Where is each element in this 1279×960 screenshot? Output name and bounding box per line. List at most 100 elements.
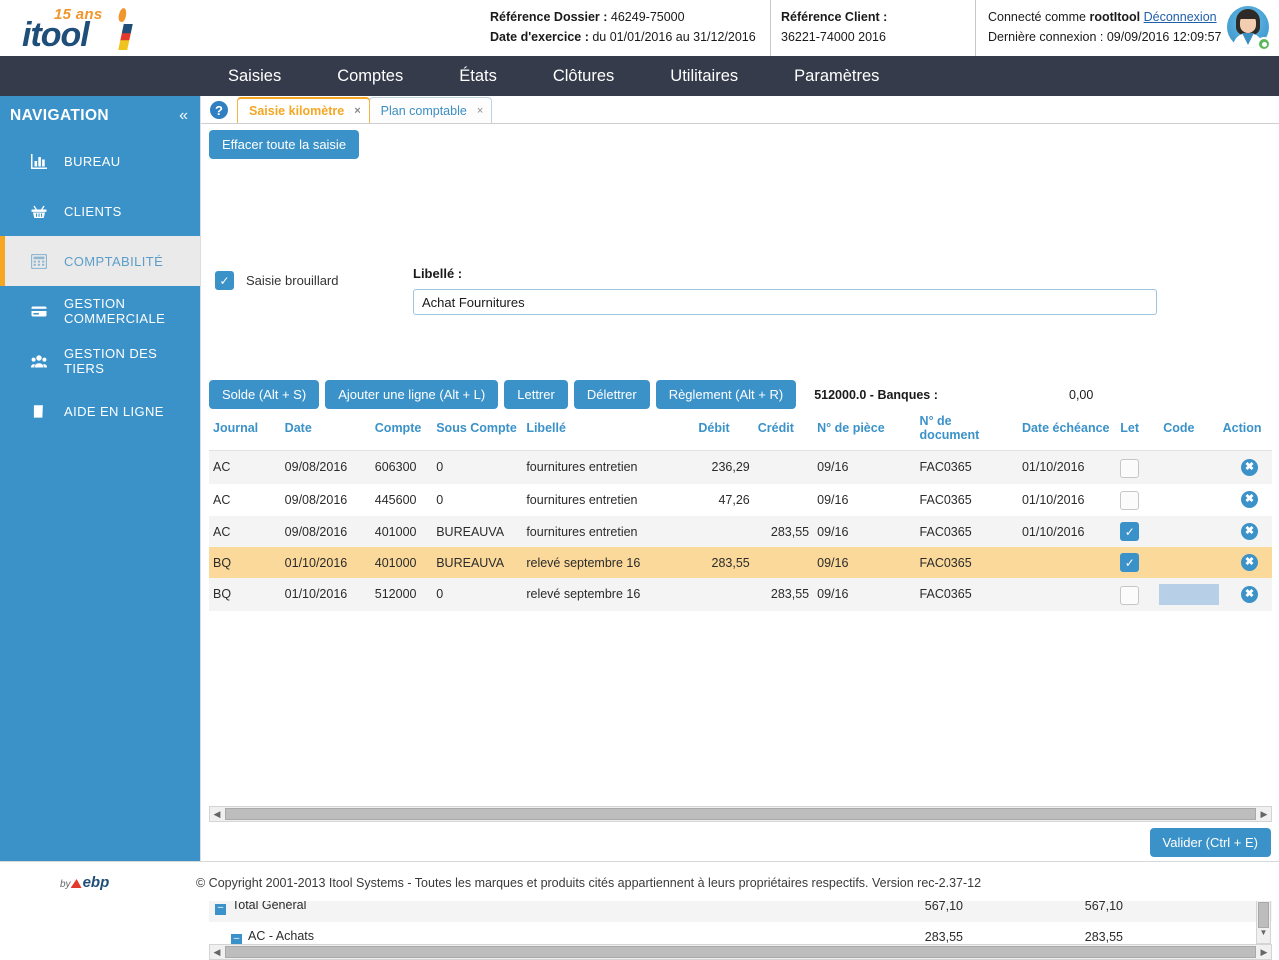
grid-cell-libelle[interactable]: fournitures entretien <box>522 484 694 517</box>
grid-cell-compte[interactable]: 606300 <box>371 451 432 484</box>
grid-cell-piece[interactable]: 09/16 <box>813 484 915 517</box>
grid-cell-libelle[interactable]: fournitures entretien <box>522 451 694 484</box>
grid-cell-code[interactable] <box>1159 484 1218 517</box>
mainnav-item-tats[interactable]: États <box>431 67 525 86</box>
grid-cell-sous_compte[interactable]: 0 <box>432 451 522 484</box>
toolbar-button-soldealts[interactable]: Solde (Alt + S) <box>209 380 319 409</box>
table-row[interactable]: AC09/08/20166063000fournitures entretien… <box>209 451 1272 484</box>
saisie-brouillard-checkbox[interactable] <box>215 271 234 290</box>
grid-cell-document[interactable]: FAC0365 <box>916 516 1018 547</box>
delete-row-icon[interactable]: ✖ <box>1241 586 1258 603</box>
grid-cell-sous_compte[interactable]: 0 <box>432 484 522 517</box>
mainnav-item-saisies[interactable]: Saisies <box>200 67 309 86</box>
grid-cell-journal[interactable]: AC <box>209 516 281 547</box>
grid-cell-piece[interactable]: 09/16 <box>813 516 915 547</box>
grid-cell-sous_compte[interactable]: BUREAUVA <box>432 516 522 547</box>
grid-cell-document[interactable]: FAC0365 <box>916 451 1018 484</box>
grid-cell-document[interactable]: FAC0365 <box>916 547 1018 578</box>
grid-cell-sous_compte[interactable]: 0 <box>432 578 522 611</box>
grid-cell-compte[interactable]: 512000 <box>371 578 432 611</box>
sidebar-item-aideenligne[interactable]: AIDE EN LIGNE <box>0 386 200 436</box>
grid-cell-credit[interactable]: 283,55 <box>754 578 813 611</box>
tree-collapse-icon[interactable] <box>215 904 226 915</box>
summary-horizontal-scrollbar[interactable]: ◀ ▶ <box>209 944 1272 960</box>
grid-cell-echeance[interactable] <box>1018 547 1116 578</box>
toolbar-button-lettrer[interactable]: Lettrer <box>504 380 568 409</box>
grid-cell-debit[interactable]: 47,26 <box>694 484 753 517</box>
toolbar-button-dlettrer[interactable]: Délettrer <box>574 380 650 409</box>
summary-scroll-left-arrow-icon[interactable]: ◀ <box>210 947 224 958</box>
table-row[interactable]: AC09/08/2016401000BUREAUVAfournitures en… <box>209 516 1272 547</box>
grid-cell-date[interactable]: 09/08/2016 <box>281 451 371 484</box>
let-checkbox[interactable] <box>1120 553 1139 572</box>
grid-cell-document[interactable]: FAC0365 <box>916 484 1018 517</box>
grid-cell-libelle[interactable]: fournitures entretien <box>522 516 694 547</box>
table-row[interactable]: BQ01/10/20165120000relevé septembre 16 28… <box>209 578 1272 611</box>
tab-plancomptable[interactable]: Plan comptable× <box>369 97 493 123</box>
help-icon[interactable]: ? <box>210 101 228 119</box>
summary-scroll-thumb-h[interactable] <box>225 946 1256 958</box>
grid-cell-debit[interactable] <box>694 578 753 611</box>
toolbar-button-ajouterunelign[interactable]: Ajouter une ligne (Alt + L) <box>325 380 498 409</box>
grid-cell-document[interactable]: FAC0365 <box>916 578 1018 611</box>
grid-cell-code[interactable] <box>1159 547 1218 578</box>
grid-cell-piece[interactable]: 09/16 <box>813 547 915 578</box>
mainnav-item-cltures[interactable]: Clôtures <box>525 67 642 86</box>
mainnav-item-paramtres[interactable]: Paramètres <box>766 67 907 86</box>
grid-cell-journal[interactable]: AC <box>209 451 281 484</box>
grid-cell-credit[interactable] <box>754 484 813 517</box>
mainnav-item-comptes[interactable]: Comptes <box>309 67 431 86</box>
summary-scroll-thumb[interactable] <box>1258 902 1269 928</box>
delete-row-icon[interactable]: ✖ <box>1241 523 1258 540</box>
grid-cell-piece[interactable]: 09/16 <box>813 451 915 484</box>
code-cell-selected[interactable] <box>1159 584 1218 605</box>
grid-cell-credit[interactable] <box>754 547 813 578</box>
logout-link[interactable]: Déconnexion <box>1144 10 1217 24</box>
let-checkbox[interactable] <box>1120 586 1139 605</box>
delete-row-icon[interactable]: ✖ <box>1241 491 1258 508</box>
tab-saisiekilomtre[interactable]: Saisie kilomètre× <box>237 97 370 123</box>
grid-cell-credit[interactable]: 283,55 <box>754 516 813 547</box>
sidebar-item-comptabilit[interactable]: COMPTABILITÉ <box>0 236 200 286</box>
grid-cell-journal[interactable]: BQ <box>209 578 281 611</box>
grid-cell-journal[interactable]: AC <box>209 484 281 517</box>
grid-cell-echeance[interactable]: 01/10/2016 <box>1018 484 1116 517</box>
grid-cell-code[interactable] <box>1159 451 1218 484</box>
let-checkbox[interactable] <box>1120 459 1139 478</box>
grid-cell-code[interactable] <box>1159 578 1218 611</box>
toolbar-button-rglementaltr[interactable]: Règlement (Alt + R) <box>656 380 797 409</box>
grid-cell-compte[interactable]: 401000 <box>371 516 432 547</box>
itool-logo[interactable]: 15 ans itool <box>22 6 152 52</box>
scroll-down-arrow-icon[interactable]: ▼ <box>1257 928 1270 941</box>
grid-cell-sous_compte[interactable]: BUREAUVA <box>432 547 522 578</box>
scroll-left-arrow-icon[interactable]: ◀ <box>210 809 224 820</box>
grid-cell-date[interactable]: 01/10/2016 <box>281 578 371 611</box>
scroll-thumb[interactable] <box>225 808 1256 820</box>
grid-cell-date[interactable]: 01/10/2016 <box>281 547 371 578</box>
grid-cell-compte[interactable]: 445600 <box>371 484 432 517</box>
tab-close-icon[interactable]: × <box>477 105 483 117</box>
sidebar-collapse-icon[interactable]: « <box>179 107 188 125</box>
grid-cell-compte[interactable]: 401000 <box>371 547 432 578</box>
valider-button[interactable]: Valider (Ctrl + E) <box>1150 828 1271 857</box>
grid-cell-date[interactable]: 09/08/2016 <box>281 516 371 547</box>
sidebar-item-gestiondestiers[interactable]: GESTION DES TIERS <box>0 336 200 386</box>
grid-cell-debit[interactable]: 283,55 <box>694 547 753 578</box>
grid-cell-journal[interactable]: BQ <box>209 547 281 578</box>
let-checkbox[interactable] <box>1120 491 1139 510</box>
grid-cell-echeance[interactable] <box>1018 578 1116 611</box>
sidebar-item-bureau[interactable]: BUREAU <box>0 136 200 186</box>
scroll-right-arrow-icon[interactable]: ▶ <box>1257 809 1271 820</box>
summary-scroll-right-arrow-icon[interactable]: ▶ <box>1257 947 1271 958</box>
table-row[interactable]: AC09/08/20164456000fournitures entretien… <box>209 484 1272 517</box>
delete-row-icon[interactable]: ✖ <box>1241 459 1258 476</box>
table-row[interactable]: BQ01/10/2016401000BUREAUVArelevé septemb… <box>209 547 1272 578</box>
sidebar-item-clients[interactable]: CLIENTS <box>0 186 200 236</box>
sidebar-item-gestioncommerciale[interactable]: GESTION COMMERCIALE <box>0 286 200 336</box>
grid-cell-debit[interactable] <box>694 516 753 547</box>
grid-cell-debit[interactable]: 236,29 <box>694 451 753 484</box>
grid-cell-libelle[interactable]: relevé septembre 16 <box>522 578 694 611</box>
mainnav-item-utilitaires[interactable]: Utilitaires <box>642 67 766 86</box>
delete-row-icon[interactable]: ✖ <box>1241 554 1258 571</box>
tab-close-icon[interactable]: × <box>354 105 360 117</box>
